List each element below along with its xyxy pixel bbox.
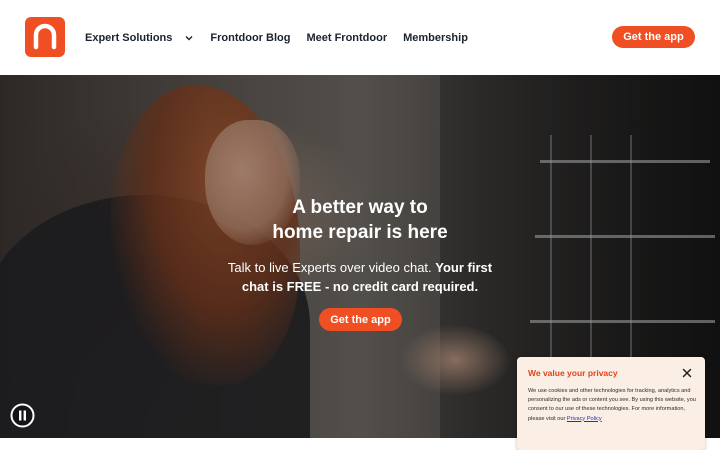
- hero-title: A better way to home repair is here: [0, 195, 720, 245]
- nav-item-label: Membership: [403, 32, 468, 44]
- privacy-body-text: We use cookies and other technologies fo…: [528, 388, 696, 422]
- privacy-title: We value your privacy: [528, 368, 618, 378]
- privacy-banner: We value your privacy We use cookies and…: [517, 357, 705, 450]
- nav-item-meet-frontdoor[interactable]: Meet Frontdoor: [306, 32, 387, 44]
- nav-item-label: Frontdoor Blog: [210, 32, 291, 44]
- chevron-down-icon: [185, 36, 193, 41]
- hero-subtitle-bold: chat is FREE - no credit card required.: [241, 279, 479, 294]
- hero-title-line: A better way to: [292, 197, 428, 218]
- site-header: Expert Solutions Frontdoor Blog Meet Fro…: [0, 0, 720, 75]
- frontdoor-logo-icon[interactable]: [25, 17, 65, 57]
- hero-subtitle-bold: Your first: [435, 260, 493, 275]
- nav-item-label: Expert Solutions: [85, 32, 173, 44]
- hero-subtitle-text: Talk to live Experts over video chat.: [227, 260, 436, 275]
- pause-icon[interactable]: [10, 403, 35, 428]
- get-the-app-button[interactable]: Get the app: [612, 26, 695, 48]
- hero-get-the-app-button[interactable]: Get the app: [319, 308, 402, 331]
- nav-item-frontdoor-blog[interactable]: Frontdoor Blog: [210, 32, 290, 44]
- nav-item-membership[interactable]: Membership: [403, 32, 468, 44]
- main-nav: Expert Solutions Frontdoor Blog Meet Fro…: [85, 28, 484, 48]
- nav-item-expert-solutions[interactable]: Expert Solutions: [85, 32, 194, 44]
- privacy-body: We use cookies and other technologies fo…: [528, 387, 698, 424]
- hero-title-line: home repair is here: [272, 222, 448, 243]
- nav-item-label: Meet Frontdoor: [306, 32, 388, 44]
- privacy-policy-link[interactable]: Privacy Policy: [567, 416, 602, 422]
- hero-subtitle: Talk to live Experts over video chat. Yo…: [0, 258, 720, 296]
- close-icon[interactable]: [681, 367, 693, 379]
